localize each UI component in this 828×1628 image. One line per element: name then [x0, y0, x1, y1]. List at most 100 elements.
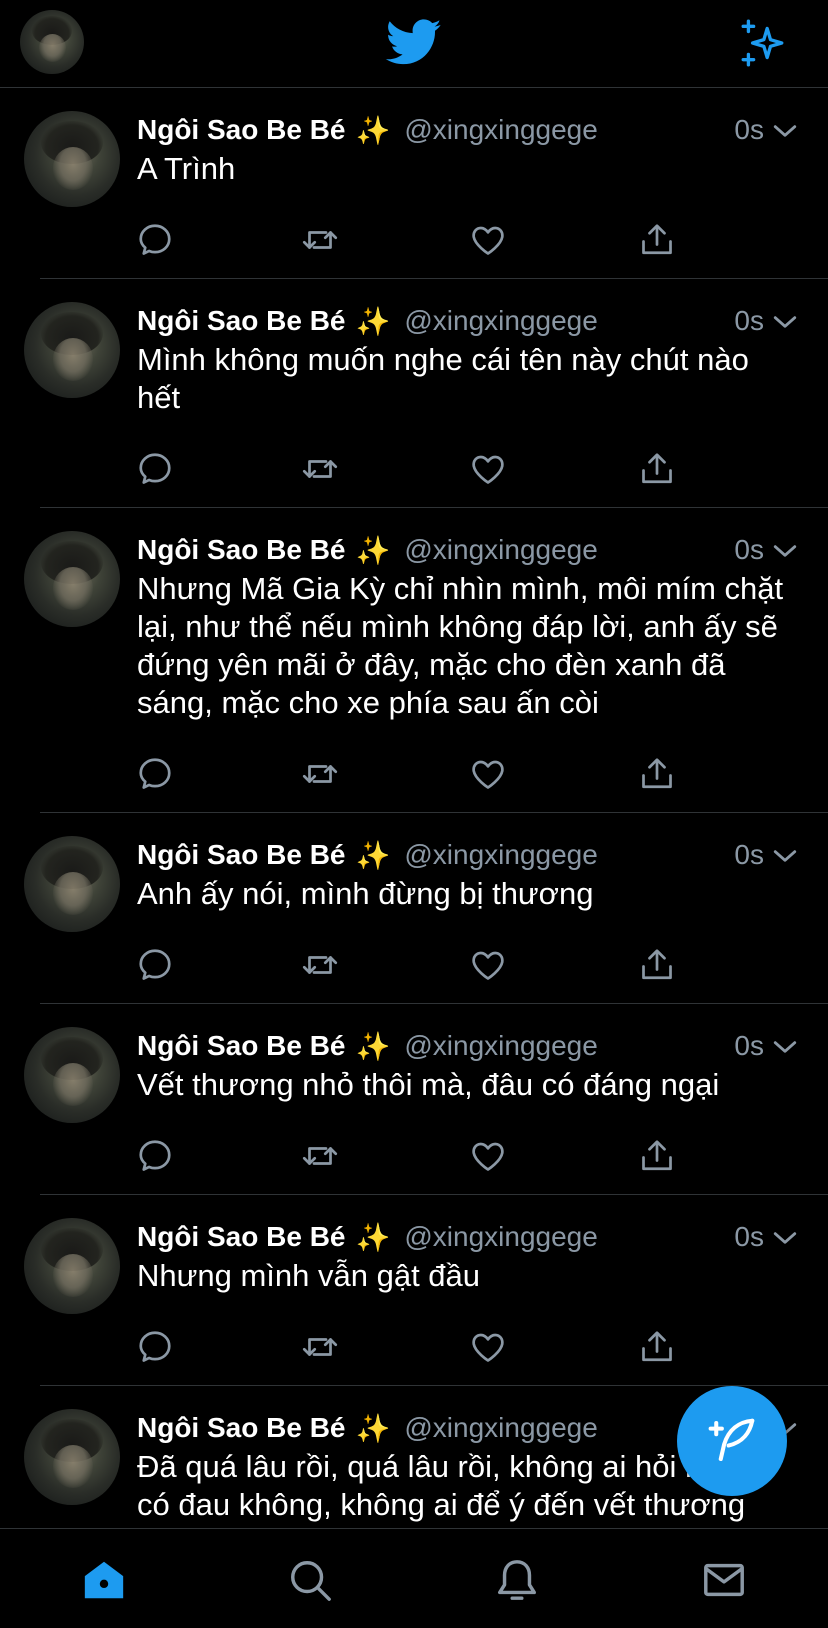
- heart-icon[interactable]: [470, 222, 506, 258]
- tweet-actions: [137, 451, 697, 487]
- author-avatar[interactable]: [24, 302, 120, 398]
- share-icon[interactable]: [639, 451, 675, 487]
- tweet[interactable]: Ngôi Sao Be Bé ✨ @xingxinggege 0s Nhưng …: [24, 508, 828, 813]
- tweet-actions: [137, 947, 697, 983]
- tweet-header: Ngôi Sao Be Bé ✨ @xingxinggege 0s: [137, 835, 828, 875]
- author-avatar[interactable]: [24, 531, 120, 627]
- reply-icon[interactable]: [137, 1138, 173, 1174]
- reply-icon[interactable]: [137, 947, 173, 983]
- reply-icon[interactable]: [137, 756, 173, 792]
- top-app-bar: [0, 0, 828, 88]
- mail-icon[interactable]: [701, 1557, 747, 1603]
- retweet-icon[interactable]: [302, 756, 338, 792]
- heart-icon[interactable]: [470, 1138, 506, 1174]
- author-name[interactable]: Ngôi Sao Be Bé: [137, 534, 345, 566]
- profile-avatar[interactable]: [20, 10, 84, 74]
- author-avatar[interactable]: [24, 1409, 120, 1505]
- tweet-header: Ngôi Sao Be Bé ✨ @xingxinggege 0s: [137, 301, 828, 341]
- sparkles-emoji: ✨: [355, 1030, 391, 1062]
- compose-feather-icon: [708, 1418, 755, 1462]
- retweet-icon[interactable]: [302, 451, 338, 487]
- tweet[interactable]: Ngôi Sao Be Bé ✨ @xingxinggege 0s Anh ấy…: [24, 813, 828, 1004]
- author-handle[interactable]: @xingxinggege: [404, 305, 597, 337]
- heart-icon[interactable]: [470, 947, 506, 983]
- reply-icon[interactable]: [137, 222, 173, 258]
- tweet-header: Ngôi Sao Be Bé ✨ @xingxinggege 0s: [137, 1026, 828, 1066]
- tweet-timestamp: 0s: [734, 1030, 764, 1061]
- tweet-actions: [137, 756, 697, 792]
- author-name[interactable]: Ngôi Sao Be Bé: [137, 1221, 345, 1253]
- tweet-text: A Trình: [137, 151, 236, 186]
- share-icon[interactable]: [639, 1329, 675, 1365]
- tweet-header: Ngôi Sao Be Bé ✨ @xingxinggege 0s: [137, 530, 828, 570]
- tweet-text: Mình không muốn nghe cái tên này chút nà…: [137, 342, 749, 415]
- author-name[interactable]: Ngôi Sao Be Bé: [137, 1030, 345, 1062]
- tweet[interactable]: Ngôi Sao Be Bé ✨ @xingxinggege 0s Mình k…: [24, 279, 828, 508]
- sparkles-emoji: ✨: [355, 839, 391, 871]
- retweet-icon[interactable]: [302, 1138, 338, 1174]
- author-avatar[interactable]: [24, 1027, 120, 1123]
- compose-tweet-button[interactable]: [677, 1386, 787, 1496]
- author-handle[interactable]: @xingxinggege: [404, 1221, 597, 1253]
- search-icon[interactable]: [287, 1557, 333, 1603]
- author-name[interactable]: Ngôi Sao Be Bé: [137, 114, 345, 146]
- tweet[interactable]: Ngôi Sao Be Bé ✨ @xingxinggege 0s A Trìn…: [24, 88, 828, 279]
- retweet-icon[interactable]: [302, 222, 338, 258]
- author-handle[interactable]: @xingxinggege: [404, 1412, 597, 1444]
- twitter-bird-icon[interactable]: [383, 14, 445, 70]
- share-icon[interactable]: [639, 947, 675, 983]
- bell-icon[interactable]: [494, 1557, 540, 1603]
- tweet-header: Ngôi Sao Be Bé ✨ @xingxinggege 0s: [137, 1217, 828, 1257]
- reply-icon[interactable]: [137, 1329, 173, 1365]
- sparkles-emoji: ✨: [355, 534, 391, 566]
- tweet-text: Nhưng mình vẫn gật đầu: [137, 1258, 481, 1293]
- chevron-down-icon[interactable]: [772, 1034, 798, 1060]
- sparkles-emoji: ✨: [355, 114, 391, 146]
- tweet-timestamp: 0s: [734, 839, 764, 870]
- heart-icon[interactable]: [470, 1329, 506, 1365]
- chevron-down-icon[interactable]: [772, 843, 798, 869]
- timeline-feed[interactable]: Ngôi Sao Be Bé ✨ @xingxinggege 0s A Trìn…: [0, 88, 828, 1528]
- tweet[interactable]: Ngôi Sao Be Bé ✨ @xingxinggege 0s Vết th…: [24, 1004, 828, 1195]
- tweet-actions: [137, 1329, 697, 1365]
- tweet-actions: [137, 1138, 697, 1174]
- tweet-timestamp: 0s: [734, 1221, 764, 1252]
- tweet-text: Nhưng Mã Gia Kỳ chỉ nhìn mình, môi mím c…: [137, 571, 784, 720]
- heart-icon[interactable]: [470, 756, 506, 792]
- author-name[interactable]: Ngôi Sao Be Bé: [137, 839, 345, 871]
- chevron-down-icon[interactable]: [772, 309, 798, 335]
- bottom-tab-bar: [0, 1528, 828, 1628]
- retweet-icon[interactable]: [302, 1329, 338, 1365]
- author-name[interactable]: Ngôi Sao Be Bé: [137, 305, 345, 337]
- chevron-down-icon[interactable]: [772, 1225, 798, 1251]
- author-name[interactable]: Ngôi Sao Be Bé: [137, 1412, 345, 1444]
- author-avatar[interactable]: [24, 111, 120, 207]
- author-handle[interactable]: @xingxinggege: [404, 839, 597, 871]
- chevron-down-icon[interactable]: [772, 118, 798, 144]
- author-handle[interactable]: @xingxinggege: [404, 1030, 597, 1062]
- share-icon[interactable]: [639, 756, 675, 792]
- chevron-down-icon[interactable]: [772, 538, 798, 564]
- tweet-timestamp: 0s: [734, 114, 764, 145]
- share-icon[interactable]: [639, 1138, 675, 1174]
- author-handle[interactable]: @xingxinggege: [404, 114, 597, 146]
- tweet-timestamp: 0s: [734, 305, 764, 336]
- sparkles-emoji: ✨: [355, 1221, 391, 1253]
- reply-icon[interactable]: [137, 451, 173, 487]
- sparkle-icon[interactable]: [738, 18, 788, 68]
- retweet-icon[interactable]: [302, 947, 338, 983]
- tweet-text: Vết thương nhỏ thôi mà, đâu có đáng ngại: [137, 1067, 720, 1102]
- heart-icon[interactable]: [470, 451, 506, 487]
- home-icon[interactable]: [81, 1557, 127, 1603]
- tweet-text: Anh ấy nói, mình đừng bị thương: [137, 876, 594, 911]
- tweet-header: Ngôi Sao Be Bé ✨ @xingxinggege 0s: [137, 110, 828, 150]
- share-icon[interactable]: [639, 222, 675, 258]
- sparkles-emoji: ✨: [355, 1412, 391, 1444]
- tweet-timestamp: 0s: [734, 534, 764, 565]
- sparkles-emoji: ✨: [355, 305, 391, 337]
- author-handle[interactable]: @xingxinggege: [404, 534, 597, 566]
- tweet[interactable]: Ngôi Sao Be Bé ✨ @xingxinggege 0s Nhưng …: [24, 1195, 828, 1386]
- tweet-actions: [137, 222, 697, 258]
- author-avatar[interactable]: [24, 1218, 120, 1314]
- author-avatar[interactable]: [24, 836, 120, 932]
